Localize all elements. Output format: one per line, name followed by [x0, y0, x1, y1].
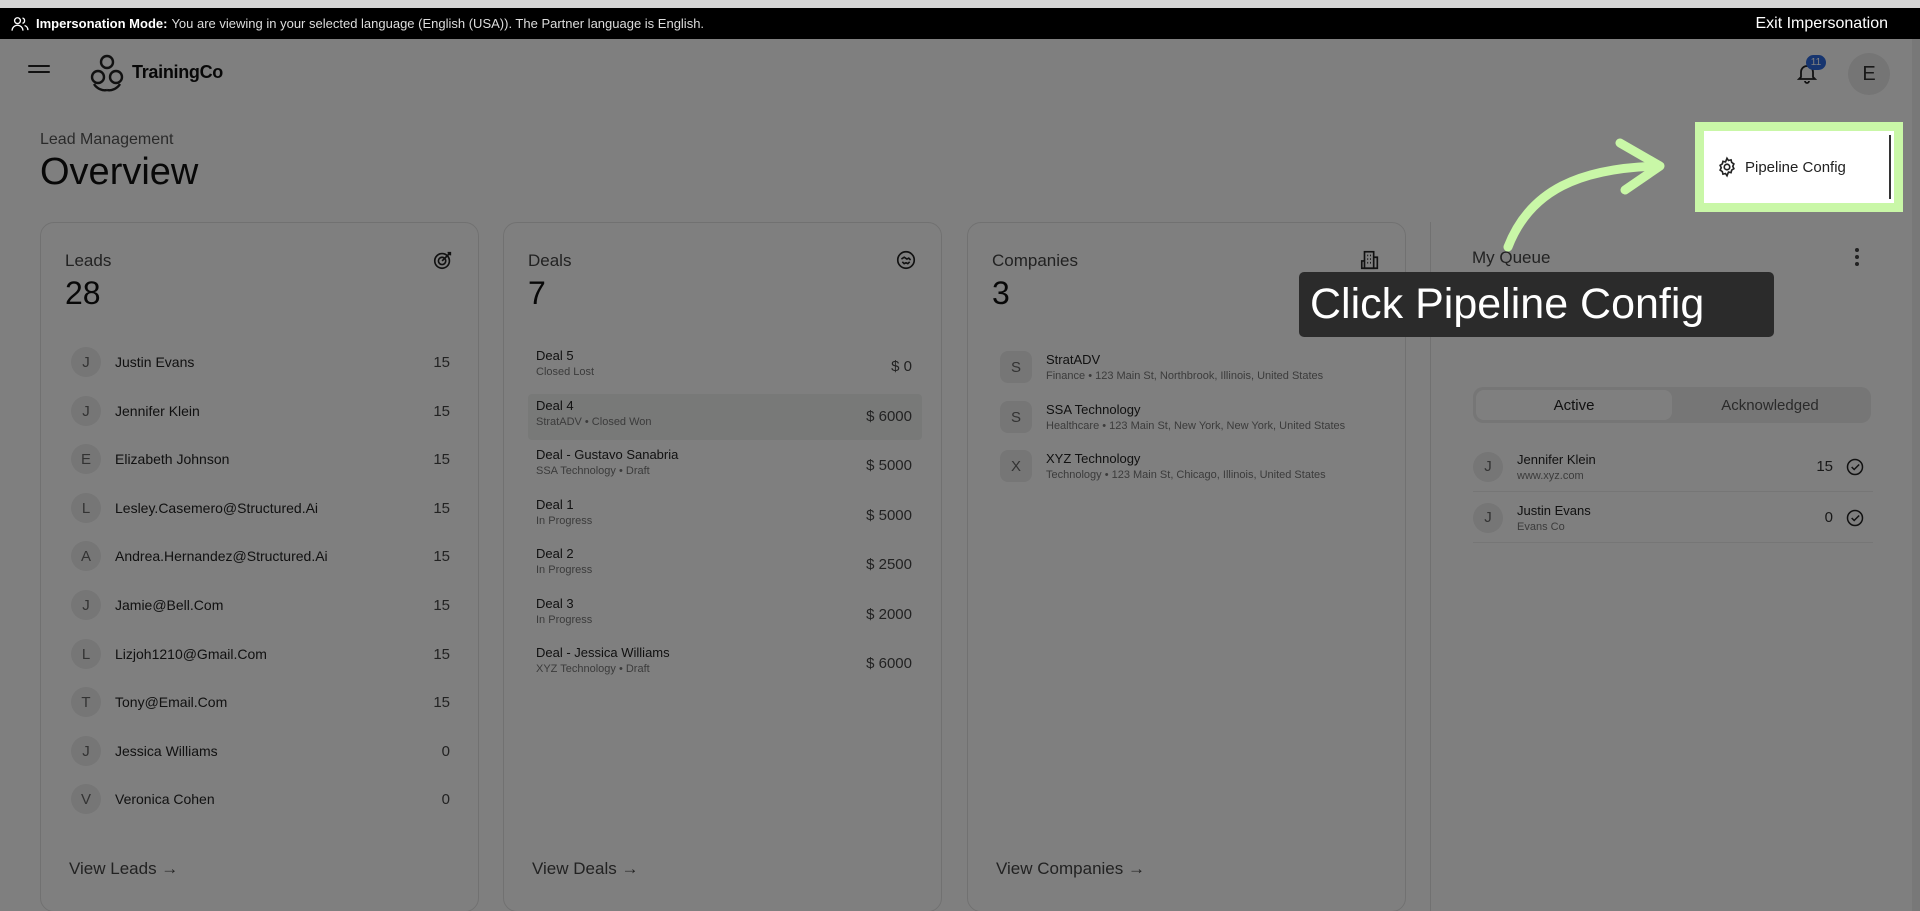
guide-arrow-icon [1503, 138, 1665, 252]
gear-icon [1719, 156, 1735, 178]
guide-highlight: Pipeline Config [1695, 122, 1903, 212]
window-top-strip [0, 0, 1920, 8]
exit-impersonation-button[interactable]: Exit Impersonation [1755, 15, 1888, 33]
pipeline-config-button[interactable]: Pipeline Config [1716, 156, 1846, 178]
impersonation-label: Impersonation Mode: [36, 16, 168, 31]
users-icon [10, 14, 30, 34]
guide-tooltip: Click Pipeline Config [1299, 272, 1774, 337]
impersonation-bar: Impersonation Mode: You are viewing in y… [0, 8, 1920, 39]
pipeline-config-label: Pipeline Config [1745, 158, 1846, 176]
dropdown-edge [1889, 135, 1891, 199]
impersonation-message: You are viewing in your selected languag… [171, 16, 705, 31]
